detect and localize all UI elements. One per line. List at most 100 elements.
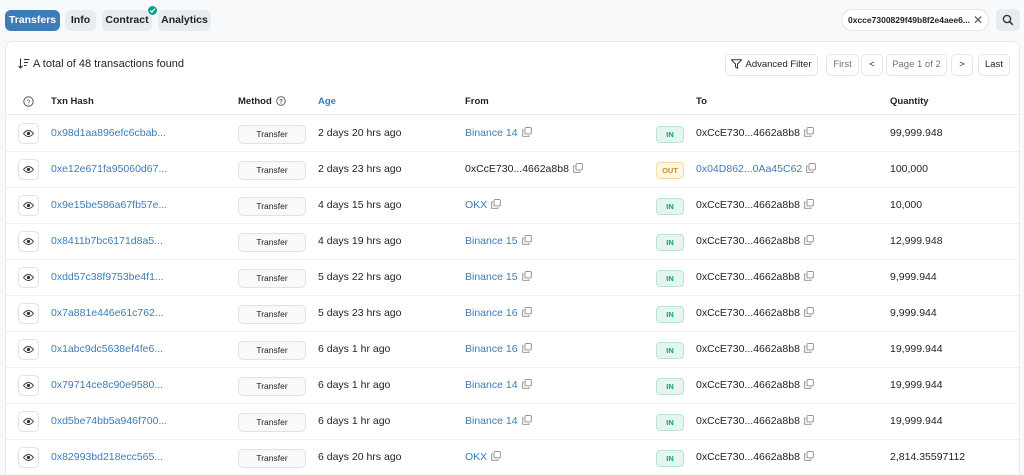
copy-icon[interactable]	[521, 235, 532, 245]
copy-icon[interactable]	[521, 415, 532, 425]
first-page-button[interactable]: First	[826, 54, 859, 76]
close-icon[interactable]: ✕	[973, 13, 983, 27]
eye-icon	[23, 310, 34, 317]
table-row: 0x8411b7bc6171d8a5... Transfer 4 days 19 h…	[6, 224, 1019, 260]
copy-icon[interactable]	[521, 271, 532, 281]
from-label: Binance 15	[465, 271, 518, 283]
txn-hash-link[interactable]: 0xd5be74bb5a946f700...	[51, 415, 167, 427]
to-label: 0xCcE730...4662a8b8	[696, 271, 800, 283]
col-age[interactable]: Age	[318, 96, 336, 107]
to-label: 0x04D862...0Aa45C62	[696, 163, 803, 175]
copy-icon[interactable]	[804, 343, 814, 353]
direction-badge: IN	[656, 414, 684, 431]
method-badge: Transfer	[238, 449, 306, 468]
copy-icon[interactable]	[804, 199, 814, 209]
from-address[interactable]: Binance 15	[465, 271, 532, 283]
top-bar: Transfers Info Contract Analytics 0xcce7…	[0, 0, 1024, 40]
copy-icon[interactable]	[804, 379, 814, 389]
verified-check-icon	[147, 5, 158, 16]
txn-hash-link[interactable]: 0xe12e671fa95060d67...	[51, 163, 167, 175]
copy-icon[interactable]	[804, 235, 814, 245]
copy-icon[interactable]	[573, 163, 583, 173]
eye-icon	[23, 238, 34, 245]
copy-icon[interactable]	[521, 307, 532, 317]
txn-hash-link[interactable]: 0x7a881e446e61c762...	[51, 307, 164, 319]
quantity-value: 19,999.944	[890, 343, 943, 355]
address-filter-value: 0xcce7300829f49b8f2e4aee6...	[848, 15, 970, 25]
table-row: 0x82993bd218ecc565... Transfer 6 days 20 h…	[6, 440, 1019, 475]
txn-hash-link[interactable]: 0x79714ce8c90e9580...	[51, 379, 163, 391]
copy-icon[interactable]	[806, 163, 817, 173]
method-info-icon[interactable]: ?	[276, 96, 287, 106]
age-text: 4 days 15 hrs ago	[318, 199, 402, 211]
view-details-button[interactable]	[18, 123, 39, 144]
svg-text:?: ?	[279, 99, 283, 106]
eye-icon	[23, 166, 34, 173]
method-badge: Transfer	[238, 197, 306, 216]
view-details-button[interactable]	[18, 447, 39, 468]
eye-icon	[23, 130, 34, 137]
txn-hash-link[interactable]: 0x98d1aa896efc6cbab...	[51, 127, 166, 139]
to-label: 0xCcE730...4662a8b8	[696, 343, 800, 355]
copy-icon[interactable]	[804, 451, 814, 461]
last-page-button[interactable]: Last	[978, 54, 1010, 76]
from-address[interactable]: Binance 16	[465, 343, 532, 355]
method-badge: Transfer	[238, 233, 306, 252]
txn-hash-link[interactable]: 0x82993bd218ecc565...	[51, 451, 163, 463]
view-details-button[interactable]	[18, 303, 39, 324]
view-details-button[interactable]	[18, 159, 39, 180]
age-text: 2 days 20 hrs ago	[318, 127, 402, 139]
address-filter-pill[interactable]: 0xcce7300829f49b8f2e4aee6... ✕	[841, 9, 989, 31]
direction-badge: IN	[656, 270, 684, 287]
advanced-filter-button[interactable]: Advanced Filter	[725, 54, 818, 76]
copy-icon[interactable]	[804, 127, 814, 137]
copy-icon[interactable]	[804, 307, 814, 317]
copy-icon[interactable]	[491, 199, 501, 209]
to-label: 0xCcE730...4662a8b8	[696, 451, 800, 463]
prev-page-button[interactable]: <	[861, 54, 883, 76]
view-details-button[interactable]	[18, 339, 39, 360]
direction-badge: OUT	[656, 162, 684, 179]
from-address[interactable]: Binance 14	[465, 379, 532, 391]
txn-hash-link[interactable]: 0x8411b7bc6171d8a5...	[51, 235, 163, 247]
copy-icon[interactable]	[804, 415, 814, 425]
from-address[interactable]: Binance 14	[465, 415, 532, 427]
quantity-value: 100,000	[890, 163, 928, 175]
method-badge: Transfer	[238, 269, 306, 288]
quantity-value: 12,999.948	[890, 235, 943, 247]
txn-hash-link[interactable]: 0x9e15be586a67fb57e...	[51, 199, 167, 211]
view-details-button[interactable]	[18, 267, 39, 288]
copy-icon[interactable]	[521, 379, 532, 389]
tab-contract[interactable]: Contract	[102, 10, 152, 31]
from-label: OKX	[465, 199, 488, 211]
question-circle-icon[interactable]: ?	[23, 96, 34, 107]
search-button[interactable]	[996, 9, 1020, 31]
col-quantity: Quantity	[890, 96, 929, 107]
view-details-button[interactable]	[18, 231, 39, 252]
view-details-button[interactable]	[18, 411, 39, 432]
to-address[interactable]: 0x04D862...0Aa45C62	[696, 163, 817, 175]
copy-icon[interactable]	[521, 127, 532, 137]
copy-icon[interactable]	[521, 343, 532, 353]
view-details-button[interactable]	[18, 195, 39, 216]
from-address[interactable]: OKX	[465, 199, 501, 211]
method-badge: Transfer	[238, 341, 306, 360]
copy-icon[interactable]	[804, 271, 814, 281]
copy-icon[interactable]	[491, 451, 501, 461]
tab-info[interactable]: Info	[65, 10, 96, 31]
txn-hash-link[interactable]: 0xdd57c38f9753be4f1...	[51, 271, 164, 283]
quantity-value: 9,999.944	[890, 307, 937, 319]
direction-badge: IN	[656, 450, 684, 467]
quantity-value: 10,000	[890, 199, 923, 211]
from-address[interactable]: Binance 15	[465, 235, 532, 247]
from-address[interactable]: Binance 16	[465, 307, 532, 319]
tab-analytics[interactable]: Analytics	[158, 10, 211, 31]
tab-transfers[interactable]: Transfers	[5, 10, 60, 31]
next-page-button[interactable]: >	[951, 54, 973, 76]
from-address[interactable]: Binance 14	[465, 127, 532, 139]
quantity-value: 99,999.948	[890, 127, 943, 139]
from-address[interactable]: OKX	[465, 451, 501, 463]
view-details-button[interactable]	[18, 375, 39, 396]
direction-badge: IN	[656, 306, 684, 323]
txn-hash-link[interactable]: 0x1abc9dc5638ef4fe6...	[51, 343, 163, 355]
